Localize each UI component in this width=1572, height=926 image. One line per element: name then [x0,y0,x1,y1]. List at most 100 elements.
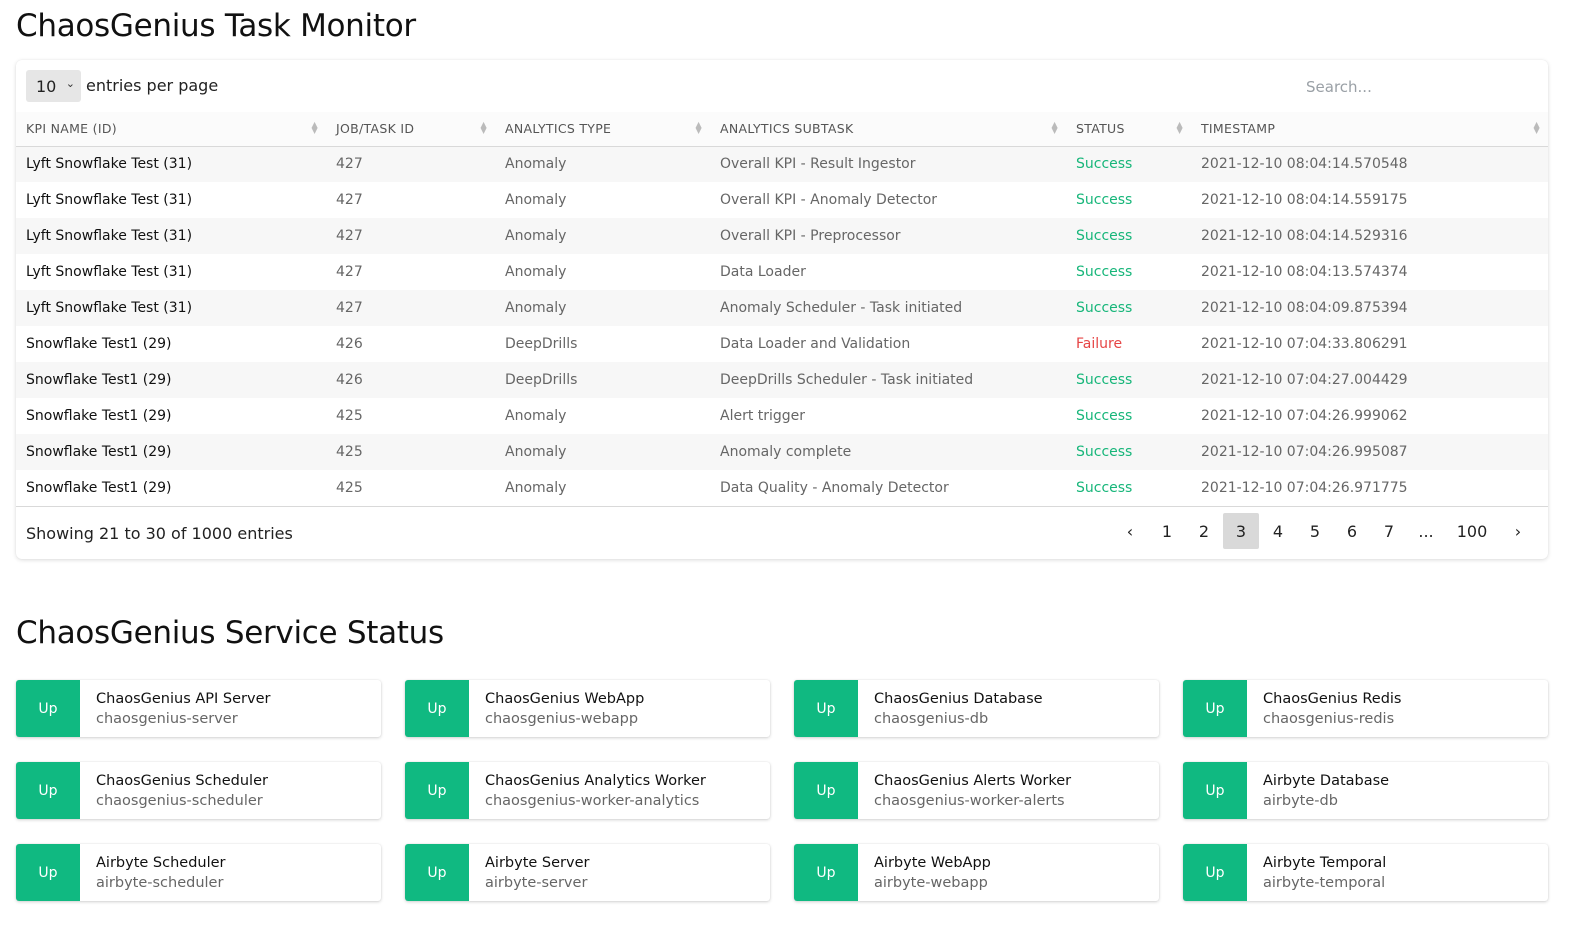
service-host: chaosgenius-db [874,711,989,727]
status-cell: Success [1076,156,1133,173]
analytics-type-cell: Anomaly [505,192,567,208]
table-row: Snowflake Test1 (29) 426 DeepDrills DeepDri… [16,362,1548,398]
pagination-page-5[interactable]: 5 [1297,513,1333,549]
analytics-type-cell: DeepDrills [505,372,578,388]
kpi-cell: Lyft Snowflake Test (31) [26,192,193,208]
analytics-type-cell: Anomaly [505,444,567,460]
service-host: chaosgenius-redis [1263,711,1395,727]
column-header-job[interactable]: JOB/TASK ID ▲ ▼ [326,112,495,147]
status-badge: Up [405,844,469,901]
pagination-page-7[interactable]: 7 [1371,513,1407,549]
service-host: chaosgenius-scheduler [96,793,263,809]
timestamp-cell: 2021-12-10 08:04:14.570548 [1201,156,1408,173]
sort-icon[interactable]: ▲ ▼ [1177,121,1183,135]
status-badge: Up [405,680,469,737]
pagination-page-2[interactable]: 2 [1186,513,1222,549]
pagination-ellipsis[interactable]: ... [1408,513,1444,549]
service-info: ChaosGenius API Server chaosgenius-server [80,680,270,737]
column-header-kpi[interactable]: KPI NAME (ID) ▲ ▼ [16,112,326,147]
kpi-cell: Snowflake Test1 (29) [26,372,172,388]
timestamp-cell: 2021-12-10 08:04:13.574374 [1201,264,1408,280]
service-card: Up Airbyte Server airbyte-server [405,844,770,901]
job-id-cell: 427 [336,264,363,280]
job-id-cell: 427 [336,300,363,316]
pagination-next-button[interactable]: › [1500,513,1536,549]
pagination-page-4[interactable]: 4 [1260,513,1296,549]
pagination-page-6[interactable]: 6 [1334,513,1370,549]
status-badge: Up [794,680,858,737]
service-name: ChaosGenius Scheduler [96,773,268,789]
sort-icon[interactable]: ▲ ▼ [481,121,487,135]
table-row: Snowflake Test1 (29) 425 Anomaly Anomaly co… [16,434,1548,470]
column-header-type[interactable]: ANALYTICS TYPE ▲ ▼ [495,112,710,147]
service-status-title: ChaosGenius Service Status [16,615,444,651]
service-info: ChaosGenius Database chaosgenius-db [858,680,1043,737]
sort-icon[interactable]: ▲ ▼ [312,121,318,135]
entries-per-page-select[interactable]: 10 ⌄ [26,70,81,102]
service-card: Up ChaosGenius Redis chaosgenius-redis [1183,680,1548,737]
service-host: chaosgenius-worker-analytics [485,793,700,809]
job-id-cell: 427 [336,156,363,173]
service-name: Airbyte WebApp [874,855,991,871]
job-id-cell: 425 [336,444,363,460]
service-host: airbyte-webapp [874,875,988,891]
service-card: Up Airbyte Scheduler airbyte-scheduler [16,844,381,901]
pagination-page-1[interactable]: 1 [1149,513,1185,549]
service-name: ChaosGenius Analytics Worker [485,773,706,789]
status-badge: Up [794,762,858,819]
analytics-subtask-cell: Data Quality - Anomaly Detector [720,479,949,496]
analytics-type-cell: DeepDrills [505,336,578,352]
chevron-down-icon: ⌄ [65,77,75,90]
pagination-prev-button[interactable]: ‹ [1112,513,1148,549]
service-host: airbyte-temporal [1263,875,1386,891]
analytics-subtask-cell: Data Loader and Validation [720,336,911,352]
kpi-cell: Snowflake Test1 (29) [26,408,172,424]
task-monitor-card: 10 ⌄ entries per page KPI NAME (ID)▲▼ JO… [16,60,1548,559]
status-badge: Up [405,762,469,819]
table-row: Lyft Snowflake Test (31) 427 Anomaly Overal… [16,146,1548,182]
status-cell: Success [1076,300,1133,316]
service-card: Up ChaosGenius Scheduler chaosgenius-sched… [16,762,381,819]
analytics-subtask-cell: Overall KPI - Preprocessor [720,228,901,244]
column-header-timestamp[interactable]: TIMESTAMP ▲ ▼ [1191,112,1548,147]
analytics-subtask-cell: Anomaly complete [720,444,852,460]
status-badge: Up [794,844,858,901]
job-id-cell: 427 [336,228,363,244]
status-cell: Failure [1076,336,1123,352]
pagination-page-100[interactable]: 100 [1445,513,1499,549]
table-row: Lyft Snowflake Test (31) 427 Anomaly Overal… [16,218,1548,254]
service-card: Up ChaosGenius Alerts Worker chaosgenius-w… [794,762,1159,819]
job-id-cell: 427 [336,192,363,208]
pagination: ‹ 1 2 3 4 5 6 7... 100 › [1111,513,1536,549]
table-row: Snowflake Test1 (29) 425 Anomaly Alert trig… [16,398,1548,434]
status-cell: Success [1076,264,1133,280]
service-host: chaosgenius-webapp [485,711,639,727]
service-host: chaosgenius-server [96,711,238,727]
kpi-cell: Snowflake Test1 (29) [26,444,172,460]
status-badge: Up [16,844,80,901]
service-info: Airbyte Temporal airbyte-temporal [1247,844,1386,901]
service-name: Airbyte Server [485,855,590,871]
column-header-status[interactable]: STATUS ▲ ▼ [1066,112,1191,147]
table-row: Snowflake Test1 (29) 426 DeepDrills Data Lo… [16,326,1548,362]
entries-per-page-value: 10 [36,76,57,96]
analytics-type-cell: Anomaly [505,479,567,496]
sort-icon[interactable]: ▲ ▼ [1534,121,1540,135]
column-header-subtask[interactable]: ANALYTICS SUBTASK ▲ ▼ [710,112,1066,147]
timestamp-cell: 2021-12-10 08:04:14.559175 [1201,192,1408,208]
sort-icon[interactable]: ▲ ▼ [696,121,702,135]
analytics-subtask-cell: Overall KPI - Result Ingestor [720,156,916,173]
sort-icon[interactable]: ▲ ▼ [1052,121,1058,135]
service-info: ChaosGenius Scheduler chaosgenius-schedul… [80,762,268,819]
service-info: ChaosGenius WebApp chaosgenius-webapp [469,680,644,737]
search-input[interactable] [1286,74,1536,100]
status-cell: Success [1076,408,1133,424]
pagination-page-3[interactable]: 3 [1223,513,1259,549]
service-host: airbyte-scheduler [96,875,224,891]
timestamp-cell: 2021-12-10 07:04:33.806291 [1201,336,1408,352]
status-cell: Success [1076,479,1133,496]
analytics-type-cell: Anomaly [505,228,567,244]
job-id-cell: 426 [336,372,363,388]
status-cell: Success [1076,192,1133,208]
analytics-subtask-cell: Overall KPI - Anomaly Detector [720,192,938,208]
